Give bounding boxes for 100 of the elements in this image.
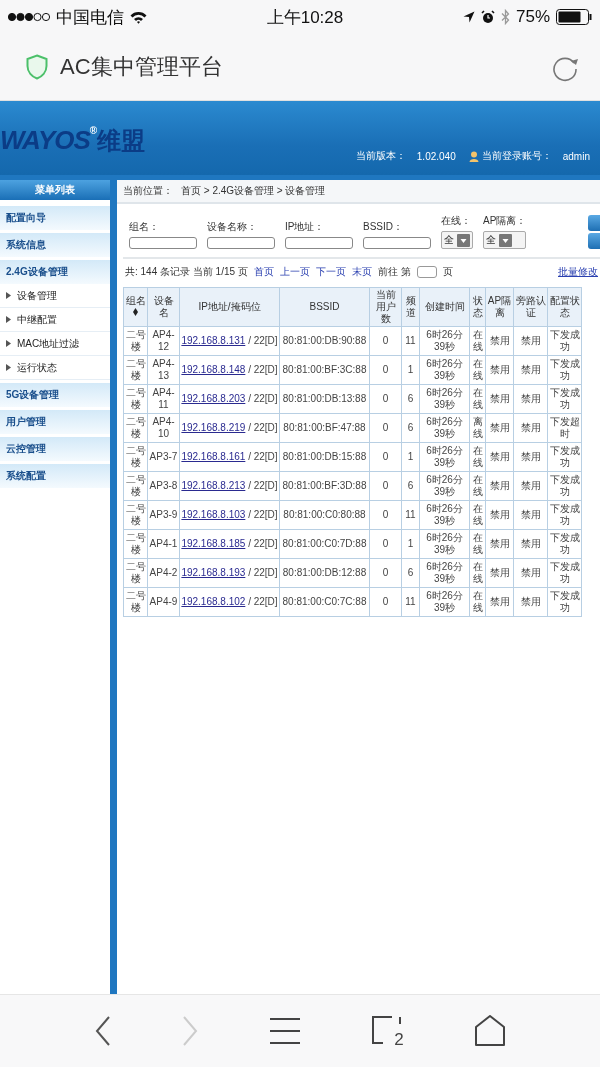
- ip-link[interactable]: 192.168.8.213: [181, 480, 246, 491]
- caret-icon: [457, 233, 470, 247]
- page-link[interactable]: 下一页: [315, 265, 346, 279]
- table-cell: 禁用: [489, 393, 510, 404]
- bluetooth-icon: [500, 9, 510, 25]
- account-name: admin: [562, 150, 590, 162]
- table-cell: 下发成功: [549, 503, 580, 526]
- table-cell: 禁用: [520, 509, 541, 520]
- filter-label: AP隔离：: [483, 214, 527, 228]
- action-button[interactable]: [588, 215, 600, 231]
- table-cell: 1: [407, 538, 414, 549]
- ip-link[interactable]: 192.168.8.219: [181, 422, 246, 433]
- menu-item[interactable]: 设备管理: [0, 284, 110, 308]
- filter-field[interactable]: [207, 237, 275, 249]
- table-cell: 禁用: [520, 422, 541, 433]
- table-cell: 0: [382, 480, 389, 491]
- ip-link[interactable]: 192.168.8.185: [181, 538, 246, 549]
- table-cell: 禁用: [489, 480, 510, 491]
- triangle-icon: [6, 292, 11, 299]
- menu-section[interactable]: 2.4G设备管理: [0, 260, 110, 284]
- table-cell: 6时26分39秒: [426, 532, 463, 555]
- table-cell: 禁用: [520, 335, 541, 346]
- table-cell: 6: [407, 567, 414, 578]
- table-cell: 离线: [472, 416, 483, 439]
- ip-link[interactable]: 192.168.8.148: [181, 364, 246, 375]
- mask-text: / 22[D]: [248, 480, 278, 491]
- table-cell: 二号楼: [125, 416, 146, 439]
- filter-dropdown[interactable]: 全: [441, 231, 473, 249]
- record-summary: 共: 144 条记录 当前 1/15 页: [125, 265, 248, 279]
- page-link[interactable]: 首页: [253, 265, 274, 279]
- menu-section[interactable]: 系统信息: [0, 233, 110, 257]
- table-cell: 禁用: [520, 364, 541, 375]
- clock-time: 上午10:28: [266, 6, 344, 29]
- ip-link[interactable]: 192.168.8.131: [181, 335, 246, 346]
- breadcrumb-label: 当前位置：: [123, 184, 173, 198]
- home-icon[interactable]: [474, 1015, 505, 1047]
- menu-icon[interactable]: [269, 1018, 301, 1044]
- battery-icon: [556, 9, 592, 25]
- page-link[interactable]: 末页: [351, 265, 372, 279]
- menu-item[interactable]: 中继配置: [0, 308, 110, 332]
- table-cell: 二号楼: [125, 474, 146, 497]
- filter-dropdown[interactable]: 全: [483, 231, 527, 249]
- page-link[interactable]: 上一页: [279, 265, 310, 279]
- filter-field[interactable]: [363, 237, 431, 249]
- table-cell: 二号楼: [125, 503, 146, 526]
- table-cell: 80:81:00:DB:13:88: [282, 393, 367, 404]
- mask-text: / 22[D]: [248, 596, 278, 607]
- filter-field[interactable]: [129, 237, 197, 249]
- filter-field[interactable]: [285, 237, 353, 249]
- column-header: BSSID: [309, 301, 340, 312]
- table-cell: 6: [407, 480, 414, 491]
- menu-section[interactable]: 云控管理: [0, 437, 110, 461]
- table-cell: 6时26分39秒: [426, 416, 463, 439]
- table-cell: 禁用: [489, 364, 510, 375]
- menu-section[interactable]: 用户管理: [0, 410, 110, 434]
- version-label: 当前版本：: [355, 149, 406, 163]
- column-header: IP地址/掩码位: [198, 301, 261, 312]
- menu-section[interactable]: 配置向导: [0, 206, 110, 230]
- column-header: 组名: [125, 295, 146, 306]
- breadcrumb-path: 首页 > 2.4G设备管理 > 设备管理: [181, 184, 326, 198]
- table-cell: 禁用: [489, 422, 510, 433]
- ip-link[interactable]: 192.168.8.103: [181, 509, 246, 520]
- sort-icon[interactable]: [133, 308, 138, 316]
- menu-item[interactable]: MAC地址过滤: [0, 332, 110, 356]
- version-number: 1.02.040: [416, 150, 456, 162]
- table-cell: 禁用: [489, 335, 510, 346]
- shield-icon: [26, 54, 48, 80]
- table-cell: 6: [407, 422, 414, 433]
- page-number-field[interactable]: [416, 266, 437, 278]
- table-cell: 禁用: [520, 451, 541, 462]
- table-cell: 11: [405, 509, 416, 520]
- tabs-button[interactable]: 2: [371, 1015, 404, 1047]
- table-cell: 80:81:00:C0:80:88: [283, 509, 366, 520]
- page-title: AC集中管理平台: [60, 53, 224, 81]
- table-cell: 下发成功: [549, 387, 580, 410]
- batch-edit-link[interactable]: 批量修改: [558, 265, 598, 279]
- column-header: AP隔离: [487, 295, 512, 318]
- back-icon[interactable]: [95, 1015, 112, 1047]
- carrier-name: 中国电信: [56, 6, 124, 29]
- menu-item[interactable]: 运行状态: [0, 356, 110, 380]
- mask-text: / 22[D]: [248, 422, 278, 433]
- ip-link[interactable]: 192.168.8.203: [181, 393, 246, 404]
- action-button[interactable]: [588, 233, 600, 249]
- table-cell: 0: [382, 393, 389, 404]
- ip-link[interactable]: 192.168.8.193: [181, 567, 246, 578]
- ip-link[interactable]: 192.168.8.161: [181, 451, 246, 462]
- table-cell: 禁用: [489, 538, 510, 549]
- menu-section[interactable]: 系统配置: [0, 464, 110, 488]
- table-cell: 下发成功: [549, 561, 580, 584]
- page-suffix: 页: [442, 265, 453, 279]
- table-cell: 在线: [472, 503, 483, 526]
- table-cell: 禁用: [489, 451, 510, 462]
- table-cell: 6时26分39秒: [426, 590, 463, 613]
- ip-link[interactable]: 192.168.8.102: [181, 596, 246, 607]
- menu-section[interactable]: 5G设备管理: [0, 383, 110, 407]
- table-cell: 80:81:00:DB:12:88: [282, 567, 367, 578]
- table-cell: 80:81:00:DB:15:88: [282, 451, 367, 462]
- filter-label: IP地址：: [285, 220, 326, 234]
- table-cell: 禁用: [489, 567, 510, 578]
- table-cell: 1: [407, 451, 414, 462]
